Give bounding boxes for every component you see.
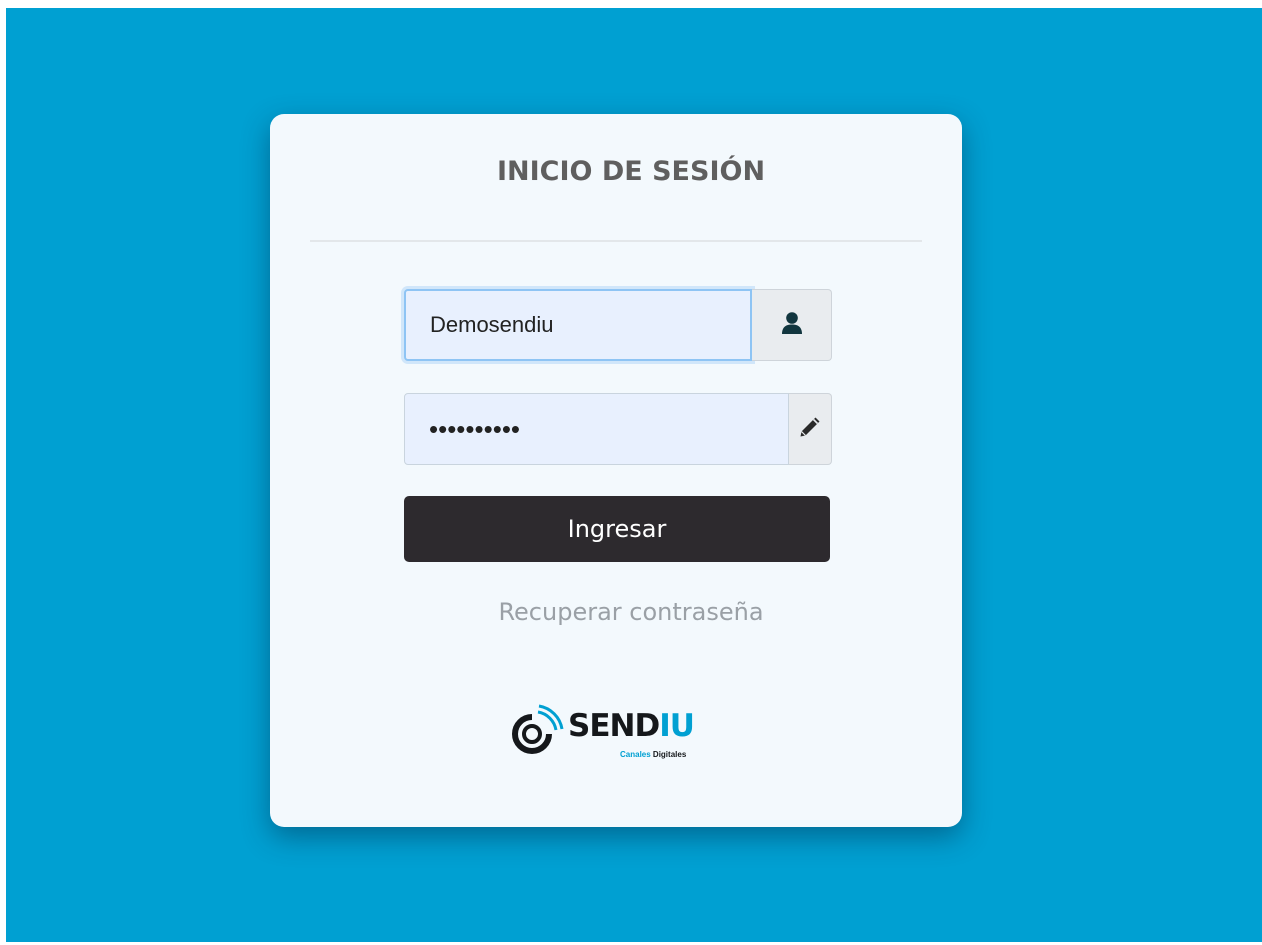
user-icon bbox=[781, 311, 803, 340]
recover-password-link[interactable]: Recuperar contraseña bbox=[0, 598, 1262, 626]
sendiu-logo: SENDIU Canales Digitales bbox=[508, 700, 728, 770]
logo-wordmark: SENDIU bbox=[568, 708, 695, 744]
divider bbox=[310, 240, 922, 242]
username-input[interactable] bbox=[404, 289, 752, 361]
username-group bbox=[404, 289, 832, 361]
password-input[interactable] bbox=[404, 393, 789, 465]
pencil-icon bbox=[797, 414, 823, 445]
login-button[interactable]: Ingresar bbox=[404, 496, 830, 562]
logo-tagline: Canales Digitales bbox=[620, 750, 687, 759]
logo-mark-icon bbox=[512, 704, 564, 754]
password-group bbox=[404, 393, 832, 465]
password-addon bbox=[789, 393, 832, 465]
page-title: INICIO DE SESIÓN bbox=[496, 156, 766, 187]
username-addon bbox=[752, 289, 832, 361]
